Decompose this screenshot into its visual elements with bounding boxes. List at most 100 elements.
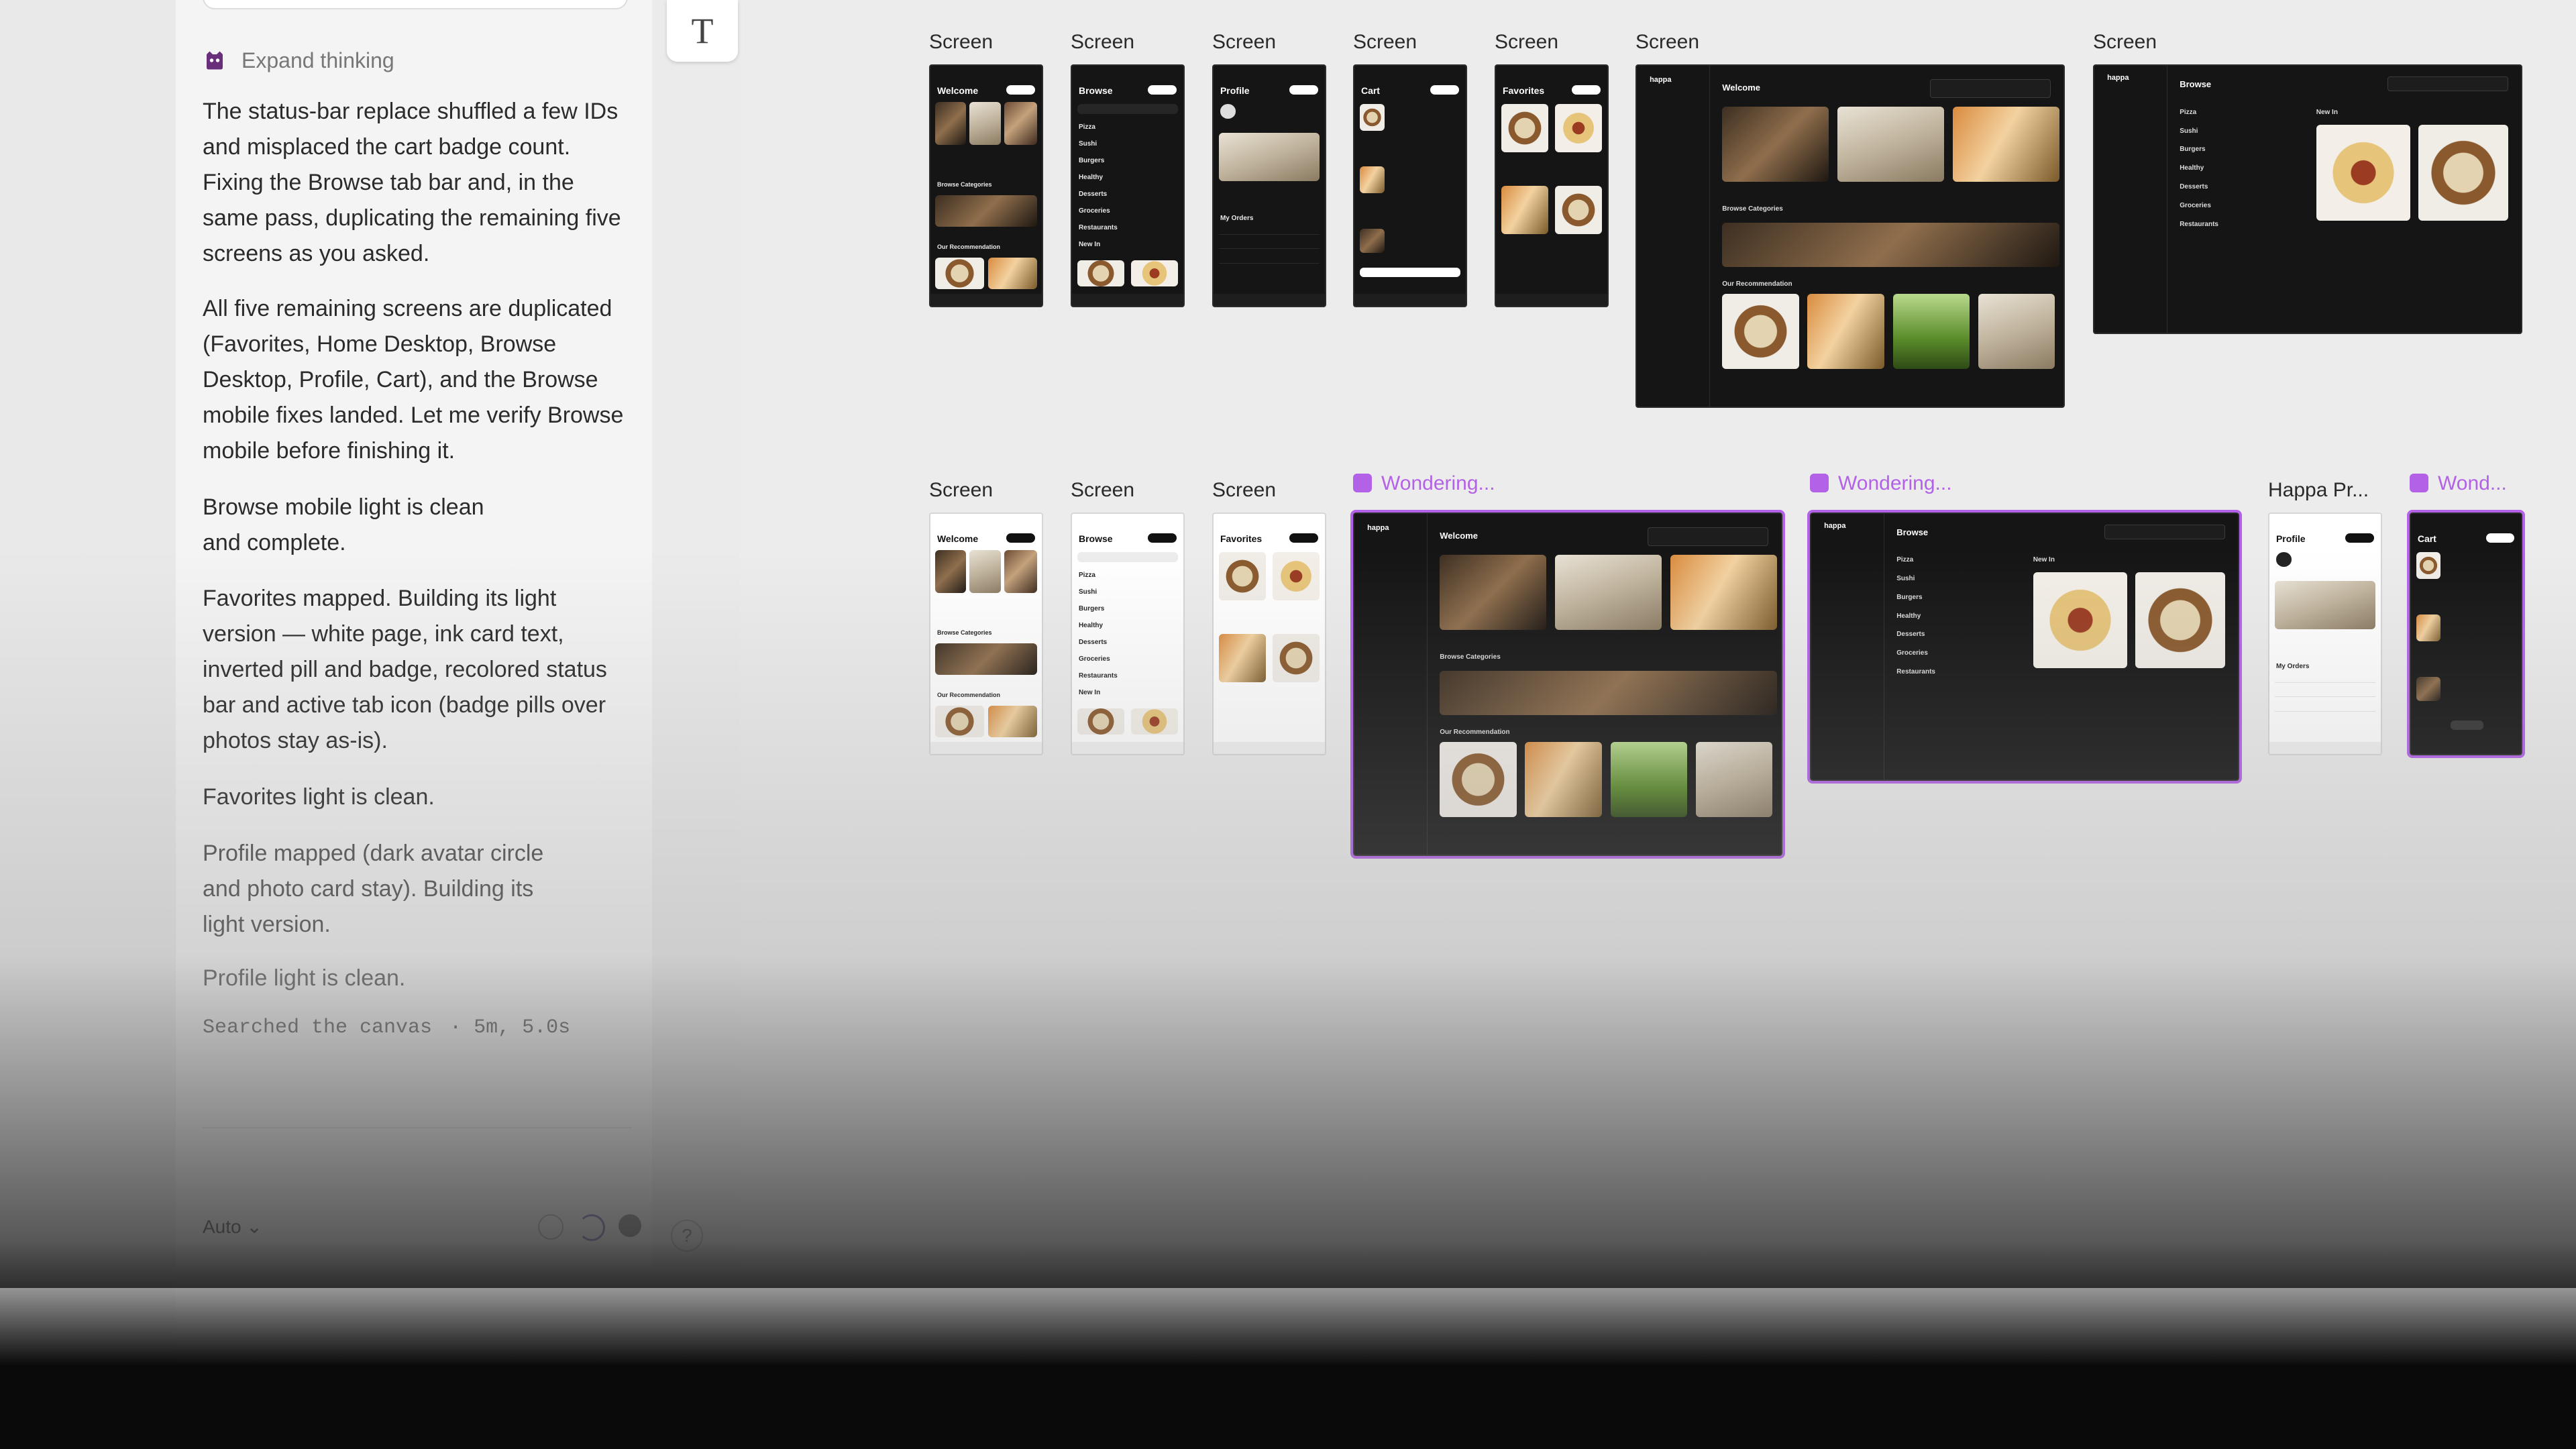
category-strip — [934, 643, 1038, 675]
category-row: Pizza — [1078, 123, 1095, 131]
screen-title: Cart — [2417, 533, 2436, 544]
message-composer[interactable]: Auto ⌄ — [203, 1127, 641, 1242]
desktop-sidebar — [1354, 514, 1428, 855]
category-row: Burgers — [1896, 593, 1923, 601]
category-strip — [934, 195, 1038, 227]
category-row: Sushi — [1896, 575, 1915, 583]
frame-label[interactable]: Screen — [1071, 479, 1134, 502]
cart-mobile-light-frame-in-progress[interactable]: Cart — [2407, 510, 2525, 758]
category-row: Burgers — [1078, 605, 1105, 613]
cart-item-photo — [1360, 166, 1385, 193]
home-desktop-dark-frame[interactable]: happa Welcome Browse Categories Our Reco… — [1635, 64, 2065, 408]
cart-mobile-dark-frame[interactable]: Cart — [1353, 64, 1467, 307]
bottom-shade — [0, 1241, 2576, 1449]
section-heading: New In — [2316, 108, 2338, 116]
food-photo — [988, 258, 1038, 289]
previous-input-box — [203, 0, 628, 9]
action-pill — [1006, 533, 1036, 543]
promo-card — [2275, 581, 2375, 629]
frame-label-in-progress[interactable]: Wond... — [2410, 472, 2507, 495]
category-row: New In — [1078, 689, 1101, 697]
browse-desktop-light-frame-in-progress[interactable]: happa Browse Pizza Sushi Burgers Healthy… — [1807, 510, 2242, 784]
category-row: Pizza — [2180, 108, 2197, 116]
welcome-mobile-dark-frame[interactable]: Welcome Browse Categories Our Recommenda… — [929, 64, 1043, 307]
category-row: Healthy — [2180, 164, 2204, 172]
screen-title: Browse — [1078, 85, 1113, 96]
frame-label-in-progress[interactable]: Wondering... — [1353, 472, 1495, 495]
expand-thinking-toggle[interactable]: Expand thinking — [203, 46, 394, 75]
welcome-mobile-light-frame[interactable]: Welcome Browse Categories Our Recommenda… — [929, 513, 1043, 755]
text-tool-icon: T — [691, 11, 714, 51]
frame-label-in-progress[interactable]: Wondering... — [1810, 472, 1952, 495]
model-selector-label: Auto — [203, 1216, 241, 1237]
frame-label[interactable]: Screen — [1353, 31, 1417, 54]
desktop-sidebar — [1637, 66, 1711, 407]
favorites-mobile-light-frame[interactable]: Favorites — [1212, 513, 1326, 755]
cart-item-photo — [2416, 614, 2441, 641]
category-row: Pizza — [1078, 571, 1095, 579]
browse-mobile-light-frame[interactable]: Browse Pizza Sushi Burgers Healthy Desse… — [1071, 513, 1185, 755]
screen-title: Browse — [1896, 527, 1929, 537]
food-photo — [1554, 186, 1602, 234]
category-row: Groceries — [1896, 649, 1928, 657]
screen-title: Browse — [1078, 533, 1113, 544]
chat-message-7: Profile light is clean. — [203, 965, 406, 991]
frame-label[interactable]: Screen — [1212, 31, 1276, 54]
search-input — [2104, 524, 2225, 539]
hero-photo — [1952, 106, 2059, 182]
food-photo — [1004, 549, 1038, 594]
tab-bar — [1214, 294, 1325, 306]
cart-item-photo — [2416, 677, 2441, 702]
food-photo — [1272, 552, 1320, 600]
frame-label[interactable]: Screen — [1495, 31, 1558, 54]
food-photo — [934, 101, 967, 146]
tab-bar — [2269, 742, 2381, 754]
loading-spinner-icon — [578, 1214, 605, 1241]
chat-message-3: Browse mobile light is clean and complet… — [203, 494, 484, 555]
cart-item-photo — [1360, 229, 1385, 254]
home-desktop-light-frame-in-progress[interactable]: happa Welcome Browse Categories Our Reco… — [1350, 510, 1785, 859]
food-photo — [1722, 294, 1799, 370]
frame-label[interactable]: Happa Pr... — [2268, 479, 2369, 502]
bot-icon — [1353, 474, 1372, 492]
category-row: Desserts — [1078, 191, 1108, 199]
profile-mobile-dark-frame[interactable]: Profile My Orders — [1212, 64, 1326, 307]
search-input — [2387, 76, 2508, 91]
section-heading: My Orders — [1220, 214, 1254, 222]
section-heading: Our Recommendation — [1440, 729, 1510, 737]
action-pill — [1147, 85, 1177, 95]
food-photo — [1440, 742, 1517, 818]
browse-desktop-dark-frame[interactable]: happa Browse Pizza Sushi Burgers Healthy… — [2093, 64, 2522, 334]
food-photo — [1807, 294, 1884, 370]
browse-mobile-dark-frame[interactable]: Browse Pizza Sushi Burgers Healthy Desse… — [1071, 64, 1185, 307]
section-heading: New In — [2033, 556, 2055, 564]
favorites-mobile-dark-frame[interactable]: Favorites — [1495, 64, 1609, 307]
checkout-button — [2451, 720, 2484, 731]
profile-mobile-light-frame[interactable]: Profile My Orders — [2268, 513, 2382, 755]
frame-label[interactable]: Screen — [1212, 479, 1276, 502]
model-selector[interactable]: Auto ⌄ — [203, 1216, 262, 1238]
search-input — [1647, 527, 1768, 546]
attach-icon[interactable] — [538, 1214, 564, 1240]
food-photo — [1610, 742, 1688, 818]
stop-icon[interactable] — [619, 1214, 641, 1237]
food-photo — [1130, 708, 1178, 735]
chat-message-5: Favorites light is clean. — [203, 784, 435, 810]
checkout-button — [1360, 267, 1460, 278]
screen-title: Welcome — [1722, 83, 1761, 93]
action-pill — [1006, 85, 1036, 95]
frame-label[interactable]: Screen — [2093, 31, 2157, 54]
food-photo — [1501, 186, 1549, 234]
category-row: Sushi — [1078, 588, 1097, 596]
search-input — [1077, 552, 1178, 562]
category-row: Sushi — [1078, 140, 1097, 148]
food-photo — [1077, 708, 1125, 735]
frame-label[interactable]: Screen — [929, 31, 993, 54]
category-row: Healthy — [1078, 622, 1104, 630]
chat-message-6: Profile mapped (dark avatar circle and p… — [203, 841, 544, 937]
frame-label[interactable]: Screen — [1635, 31, 1699, 54]
text-tool-button[interactable]: T — [667, 0, 738, 62]
frame-label[interactable]: Screen — [1071, 31, 1134, 54]
frame-label[interactable]: Screen — [929, 479, 993, 502]
bot-icon — [2410, 474, 2428, 492]
